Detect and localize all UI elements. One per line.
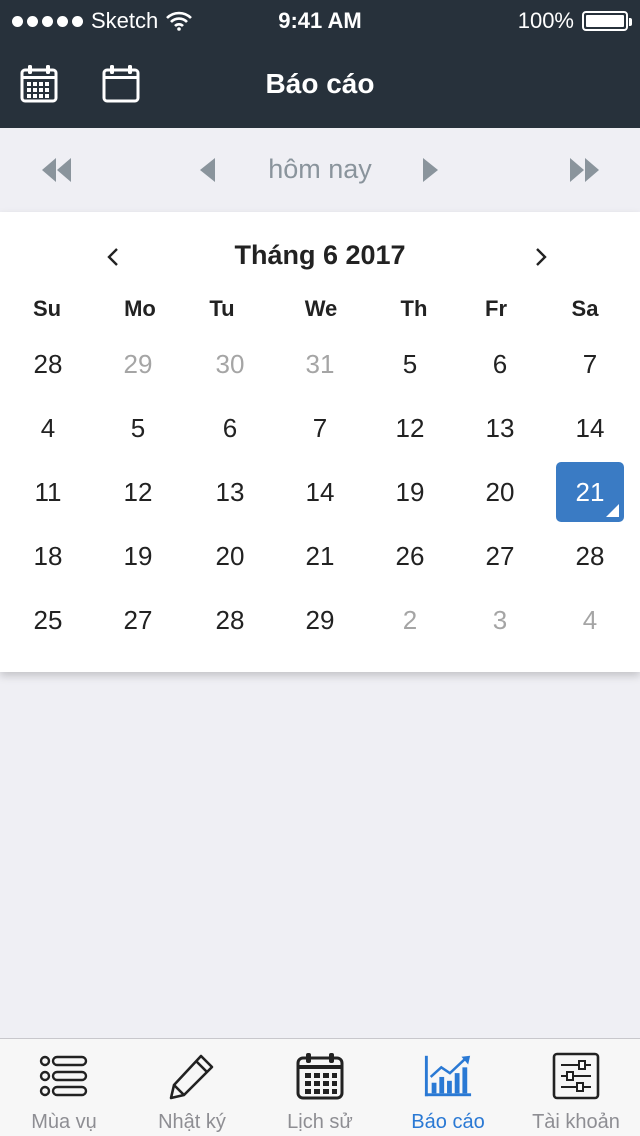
calendar-day[interactable]: 25: [14, 590, 82, 650]
calendar-day[interactable]: 19: [104, 526, 172, 586]
calendar-day[interactable]: 28: [196, 590, 264, 650]
tab-lich-su[interactable]: Lịch sử: [256, 1039, 384, 1136]
calendar-day[interactable]: 4: [556, 590, 624, 650]
tab-nhat-ky[interactable]: Nhật ký: [128, 1039, 256, 1136]
calendar-day[interactable]: 20: [196, 526, 264, 586]
tab-label: Báo cáo: [411, 1111, 485, 1133]
calendar-picker: Tháng 6 2017 Su Mo Tu We Th Fr Sa 28 29 30 31 5 6 7 4…: [0, 212, 640, 672]
battery-percent: 100%: [517, 8, 574, 33]
calendar-day[interactable]: 6: [196, 398, 264, 458]
calendar-day[interactable]: 14: [286, 462, 354, 522]
calendar-day[interactable]: 2: [376, 590, 444, 650]
calendar-day[interactable]: 30: [196, 334, 264, 394]
nav-bar: Báo cáo: [0, 40, 640, 128]
calendar-day[interactable]: 5: [376, 334, 444, 394]
tab-bao-cao[interactable]: Báo cáo: [384, 1039, 512, 1136]
date-navigator: hôm nay: [0, 128, 640, 212]
calendar-day[interactable]: 29: [104, 334, 172, 394]
calendar-day[interactable]: 3: [466, 590, 534, 650]
skip-forward-icon[interactable]: [569, 158, 599, 182]
calendar-icon: [296, 1053, 344, 1100]
tab-label: Mùa vụ: [31, 1111, 97, 1133]
calendar-day[interactable]: 26: [376, 526, 444, 586]
weekday-label: Fr: [485, 296, 507, 321]
calendar-day[interactable]: 5: [104, 398, 172, 458]
calendar-day[interactable]: 20: [466, 462, 534, 522]
calendar-day[interactable]: 6: [466, 334, 534, 394]
calendar-day[interactable]: 12: [376, 398, 444, 458]
next-month-icon[interactable]: [526, 242, 556, 272]
calendar-day[interactable]: 13: [196, 462, 264, 522]
weekday-label: We: [304, 296, 338, 321]
calendar-day[interactable]: 28: [14, 334, 82, 394]
day-grid: 28 29 30 31 5 6 7 4 5 6 7 12 13 14 11 12 13 14 19 20 21 18 19 2…: [0, 334, 640, 654]
calendar-day[interactable]: 13: [466, 398, 534, 458]
tab-tai-khoan[interactable]: Tài khoản: [512, 1039, 640, 1136]
calendar-day[interactable]: 12: [104, 462, 172, 522]
calendar-day[interactable]: 21: [286, 526, 354, 586]
calendar-day[interactable]: 28: [556, 526, 624, 586]
status-bar: Sketch 9:41 AM 100%: [0, 0, 640, 40]
calendar-day-selected[interactable]: 21: [556, 462, 624, 522]
weekday-label: Tu: [209, 296, 235, 321]
calendar-day[interactable]: 4: [14, 398, 82, 458]
calendar-day[interactable]: 27: [104, 590, 172, 650]
tab-mua-vu[interactable]: Mùa vụ: [0, 1039, 128, 1136]
next-day-icon[interactable]: [423, 158, 438, 182]
chart-icon: [424, 1055, 472, 1097]
calendar-day[interactable]: 19: [376, 462, 444, 522]
calendar-day[interactable]: 31: [286, 334, 354, 394]
calendar-day[interactable]: 14: [556, 398, 624, 458]
calendar-day[interactable]: 7: [286, 398, 354, 458]
tab-label: Nhật ký: [158, 1111, 226, 1133]
list-icon: [39, 1055, 88, 1097]
page-title: Báo cáo: [265, 68, 375, 99]
calendar-day[interactable]: 11: [14, 462, 82, 522]
tab-bar: Mùa vụ Nhật ký Lịch sử Báo cáo Tài khoản: [0, 1038, 640, 1136]
weekday-label: Mo: [124, 296, 156, 321]
pencil-icon: [169, 1054, 214, 1100]
settings-sliders-icon: [552, 1052, 600, 1100]
battery-icon: [582, 11, 632, 31]
weekday-header: Su Mo Tu We Th Fr Sa: [0, 296, 640, 326]
calendar-day[interactable]: 18: [14, 526, 82, 586]
weekday-label: Su: [32, 296, 62, 321]
calendar-day[interactable]: 7: [556, 334, 624, 394]
tab-label: Tài khoản: [532, 1111, 620, 1133]
current-date-label[interactable]: hôm nay: [0, 154, 640, 185]
calendar-day[interactable]: 27: [466, 526, 534, 586]
top-header: Sketch 9:41 AM 100% Báo cáo: [0, 0, 640, 128]
tab-label: Lịch sử: [287, 1111, 353, 1133]
weekday-label: Th: [400, 296, 428, 321]
calendar-day[interactable]: 29: [286, 590, 354, 650]
weekday-label: Sa: [571, 296, 599, 321]
